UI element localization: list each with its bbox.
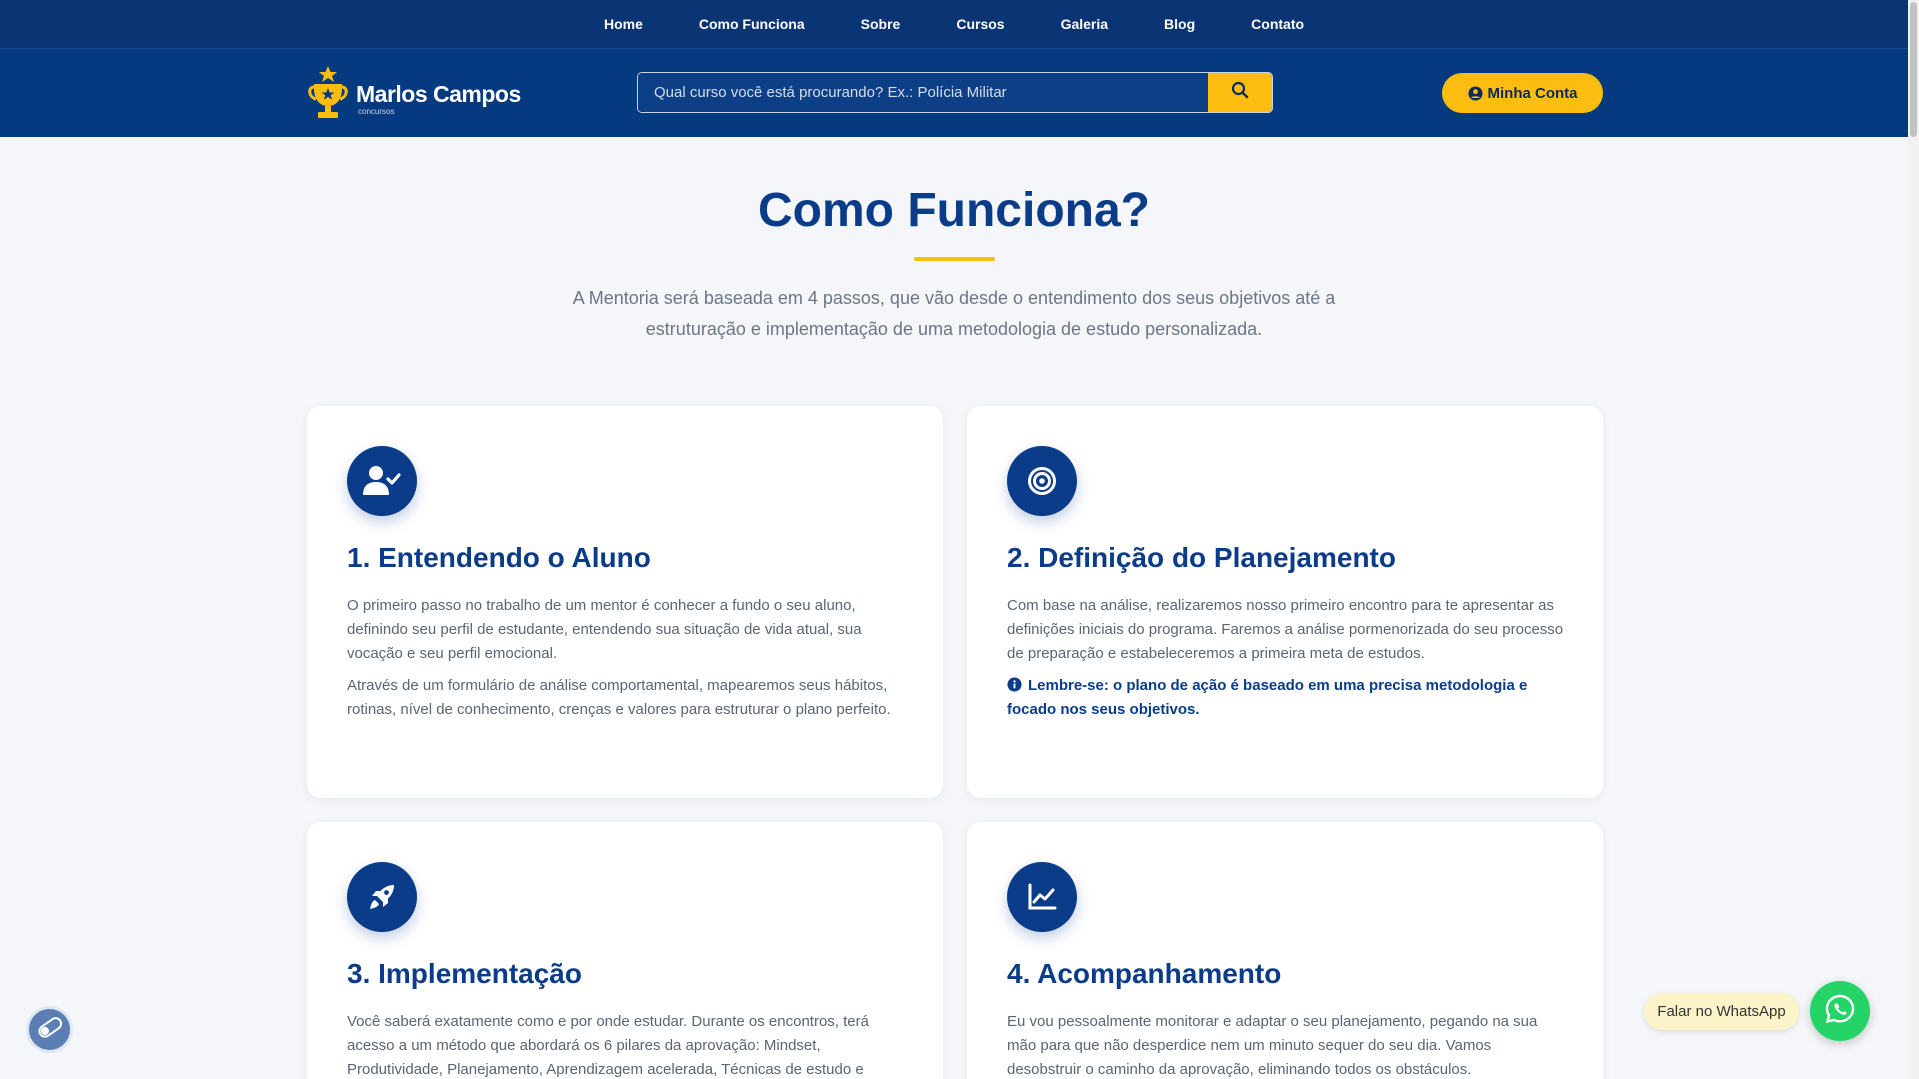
card-paragraph: Com base na análise, realizaremos nosso …: [1007, 597, 1564, 662]
scrollbar[interactable]: [1908, 0, 1919, 1079]
card-paragraph: Eu vou pessoalmente monitorar e adaptar …: [1007, 1013, 1538, 1078]
target-icon: [1007, 446, 1077, 516]
card-title: 3. Implementação: [347, 958, 582, 989]
nav-contato[interactable]: Contato: [1223, 16, 1332, 32]
card-title: 2. Definição do Planejamento: [1007, 542, 1396, 573]
minha-conta-button[interactable]: Minha Conta: [1442, 73, 1603, 113]
nav-galeria[interactable]: Galeria: [1033, 16, 1136, 32]
card-title: 4. Acompanhamento: [1007, 958, 1282, 989]
accessibility-button[interactable]: [26, 1006, 73, 1053]
whatsapp-label[interactable]: Falar no WhatsApp: [1644, 993, 1799, 1030]
trophy-icon: [306, 64, 350, 125]
title-underline: [914, 257, 995, 261]
section-description: A Mentoria será baseada em 4 passos, que…: [572, 288, 1336, 339]
card-note: Lembre-se: o plano de ação é baseado em …: [1007, 674, 1567, 722]
card-paragraph: Através de um formulário de análise comp…: [347, 677, 891, 718]
step-card-1: 1. Entendendo o Aluno O primeiro passo n…: [307, 406, 943, 798]
search-input[interactable]: [638, 73, 1208, 112]
search-icon: [1231, 81, 1249, 104]
page-title: Como Funciona?: [758, 184, 1150, 237]
step-card-4: 4. Acompanhamento Eu vou pessoalmente mo…: [967, 822, 1603, 1079]
logo[interactable]: Marlos Campos concursos: [306, 65, 521, 123]
card-title: 1. Entendendo o Aluno: [347, 542, 651, 573]
nav-cursos[interactable]: Cursos: [928, 16, 1032, 32]
nav-sobre[interactable]: Sobre: [833, 16, 929, 32]
card-note-text: Lembre-se: o plano de ação é baseado em …: [1007, 677, 1528, 718]
step-card-3: 3. Implementação Você saberá exatamente …: [307, 822, 943, 1079]
whatsapp-icon: [1824, 993, 1856, 1030]
logo-name: Marlos Campos: [356, 80, 521, 107]
accessibility-toggle-icon: [36, 1013, 64, 1046]
info-icon: [1007, 677, 1022, 692]
search-bar: [637, 72, 1273, 113]
user-check-icon: [347, 446, 417, 516]
rocket-icon: [347, 862, 417, 932]
whatsapp-button[interactable]: [1810, 981, 1870, 1041]
nav-como-funciona[interactable]: Como Funciona: [671, 16, 833, 32]
step-card-2: 2. Definição do Planejamento Com base na…: [967, 406, 1603, 798]
logo-subtitle: concursos: [358, 106, 395, 116]
minha-conta-label: Minha Conta: [1487, 84, 1578, 102]
card-paragraph: Você saberá exatamente como e por onde e…: [347, 1013, 869, 1078]
user-circle-icon: [1467, 85, 1483, 101]
site-header: Marlos Campos concursos Minha Conta: [0, 49, 1908, 137]
nav-blog[interactable]: Blog: [1136, 16, 1223, 32]
nav-home[interactable]: Home: [576, 16, 671, 32]
search-button[interactable]: [1208, 73, 1272, 112]
top-nav: Home Como Funciona Sobre Cursos Galeria …: [0, 0, 1908, 49]
card-paragraph: O primeiro passo no trabalho de um mento…: [347, 597, 862, 662]
chart-line-icon: [1007, 862, 1077, 932]
scrollbar-thumb[interactable]: [1910, 2, 1917, 137]
